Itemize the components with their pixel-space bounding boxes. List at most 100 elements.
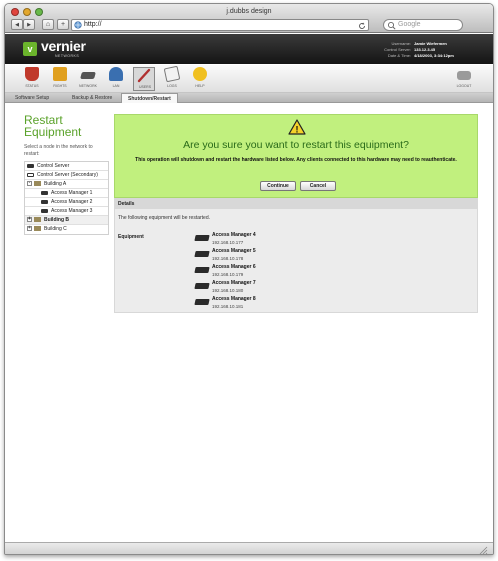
tree-node-label: Access Manager 2 bbox=[51, 199, 93, 205]
resize-grip-icon[interactable] bbox=[479, 546, 488, 555]
equipment-item: Access Manager 8 192.168.10.181 bbox=[194, 296, 315, 312]
equipment-item: Access Manager 7 192.168.10.180 bbox=[194, 280, 315, 296]
toolbar-status-button[interactable]: STATUS bbox=[21, 67, 43, 91]
equipment-name: Access Manager 5 bbox=[212, 248, 256, 254]
lan-icon bbox=[109, 67, 123, 81]
equipment-ip: 192.168.10.179 bbox=[212, 272, 244, 277]
search-icon bbox=[387, 21, 396, 30]
plus-icon: + bbox=[60, 21, 66, 28]
toolbar-lan-button[interactable]: LAN bbox=[105, 67, 127, 91]
tab-backup-restore[interactable]: Backup & Restore bbox=[66, 93, 118, 103]
search-field[interactable]: Google bbox=[383, 19, 463, 31]
logout-label: LOGOUT bbox=[456, 84, 472, 88]
tree-node-access-manager-1[interactable]: Access Manager 1 bbox=[25, 189, 108, 198]
equipment-ip: 192.168.10.178 bbox=[212, 256, 244, 261]
status-icon bbox=[25, 67, 39, 81]
main-toolbar: STATUS RIGHTS NETWORK LAN USERS LOGS HEL… bbox=[5, 65, 493, 93]
expand-icon[interactable]: + bbox=[27, 226, 32, 232]
tree-node-label: Access Manager 1 bbox=[51, 190, 93, 196]
back-arrow-icon: ◀ bbox=[15, 22, 19, 28]
help-icon bbox=[193, 67, 207, 81]
tree-node-label: Building B bbox=[44, 217, 69, 223]
equipment-name: Access Manager 6 bbox=[212, 264, 256, 270]
home-icon: ⌂ bbox=[45, 21, 51, 28]
tree-node-building-a[interactable]: - Building A bbox=[25, 180, 108, 189]
access-manager-icon bbox=[194, 235, 210, 241]
sidebar-help-text: Select a node in the network to restart: bbox=[24, 144, 93, 157]
details-heading: Details bbox=[115, 199, 477, 209]
brand-name: vernier bbox=[41, 38, 86, 54]
equipment-ip: 192.168.10.180 bbox=[212, 288, 244, 293]
rights-icon bbox=[53, 67, 67, 81]
equipment-item: Access Manager 6 192.168.10.179 bbox=[194, 264, 315, 280]
logout-button[interactable]: LOGOUT bbox=[453, 67, 475, 91]
equipment-item: Access Manager 4 192.168.10.177 bbox=[194, 232, 315, 248]
equipment-ip: 192.168.10.181 bbox=[212, 304, 244, 309]
access-manager-icon bbox=[41, 190, 48, 195]
tab-software-setup[interactable]: Software Setup bbox=[9, 93, 55, 103]
access-manager-icon bbox=[194, 251, 210, 257]
forward-button[interactable]: ▶ bbox=[23, 19, 35, 30]
control-server-value: 133.12.3.45 bbox=[414, 47, 436, 52]
building-icon bbox=[34, 217, 41, 223]
sidebar-title: Restart Equipment bbox=[24, 113, 82, 139]
equipment-name: Access Manager 7 bbox=[212, 280, 256, 286]
vernier-logo-icon: v bbox=[23, 42, 37, 56]
logout-icon bbox=[457, 71, 471, 80]
add-bookmark-button[interactable]: + bbox=[57, 19, 69, 30]
toolbar-help-button[interactable]: HELP bbox=[189, 67, 211, 91]
tree-node-access-manager-2[interactable]: Access Manager 2 bbox=[25, 198, 108, 207]
back-button[interactable]: ◀ bbox=[11, 19, 23, 30]
expand-icon[interactable]: + bbox=[27, 217, 32, 223]
access-manager-icon bbox=[41, 199, 48, 204]
equipment-item: Access Manager 5 192.168.10.178 bbox=[194, 248, 315, 264]
search-placeholder: Google bbox=[398, 21, 421, 28]
equipment-name: Access Manager 4 bbox=[212, 232, 256, 238]
building-icon bbox=[34, 226, 41, 232]
server-icon bbox=[27, 163, 34, 168]
address-text: http:// bbox=[84, 21, 102, 28]
tree-node-building-b[interactable]: + Building B bbox=[25, 216, 108, 225]
warning-icon: ! bbox=[288, 119, 306, 135]
equipment-name: Access Manager 8 bbox=[212, 296, 256, 302]
details-intro: The following equipment will be restarte… bbox=[118, 215, 210, 221]
confirmation-message: This operation will shutdown and restart… bbox=[135, 157, 457, 163]
tree-node-label: Control Server (Secondary) bbox=[37, 172, 98, 178]
tree-node-label: Building C bbox=[44, 226, 67, 232]
browser-window: j.dubbs design ◀ ▶ ⌂ + http:// Google v bbox=[4, 3, 494, 555]
app-header: v vernier NETWORKS Username: Jamie Wiefe… bbox=[5, 34, 493, 64]
window-title: j.dubbs design bbox=[226, 8, 272, 15]
toolbar-logs-button[interactable]: LOGS bbox=[161, 65, 183, 91]
server-icon bbox=[27, 172, 34, 177]
tree-node-building-c[interactable]: + Building C bbox=[25, 225, 108, 234]
home-button[interactable]: ⌂ bbox=[42, 19, 54, 30]
toolbar-rights-button[interactable]: RIGHTS bbox=[49, 67, 71, 91]
continue-button[interactable]: Continue bbox=[260, 181, 296, 191]
tree-node-label: Building A bbox=[44, 181, 67, 187]
username-label: Username: bbox=[391, 41, 411, 46]
details-panel: Details The following equipment will be … bbox=[114, 198, 478, 313]
equipment-label: Equipment bbox=[118, 234, 144, 240]
confirmation-panel: ! Are you sure you want to restart this … bbox=[114, 114, 478, 198]
cancel-button[interactable]: Cancel bbox=[300, 181, 336, 191]
tree-node-control-server-secondary[interactable]: Control Server (Secondary) bbox=[25, 171, 108, 180]
toolbar-network-button[interactable]: NETWORK bbox=[77, 67, 99, 91]
tree-node-access-manager-3[interactable]: Access Manager 3 bbox=[25, 207, 108, 216]
network-icon bbox=[80, 72, 96, 79]
control-server-label: Control Server: bbox=[384, 47, 411, 52]
logs-icon bbox=[163, 65, 181, 83]
collapse-icon[interactable]: - bbox=[27, 181, 32, 187]
confirmation-question: Are you sure you want to restart this eq… bbox=[183, 139, 409, 151]
toolbar-users-button[interactable]: USERS bbox=[133, 67, 155, 91]
reload-icon[interactable] bbox=[358, 22, 366, 30]
address-bar[interactable]: http:// bbox=[71, 19, 369, 31]
equipment-ip: 192.168.10.177 bbox=[212, 240, 244, 245]
tab-shutdown-restart[interactable]: Shutdown/Restart bbox=[121, 93, 178, 103]
browser-status-bar bbox=[5, 542, 493, 555]
datetime-value: 4/18/2003, 3:34:12pm bbox=[414, 53, 454, 58]
toolbar-help-label: HELP bbox=[195, 84, 205, 88]
building-icon bbox=[34, 181, 41, 187]
access-manager-icon bbox=[194, 299, 210, 305]
tree-node-control-server[interactable]: Control Server bbox=[25, 162, 108, 171]
username-value: Jamie Wiefermen bbox=[414, 41, 447, 46]
